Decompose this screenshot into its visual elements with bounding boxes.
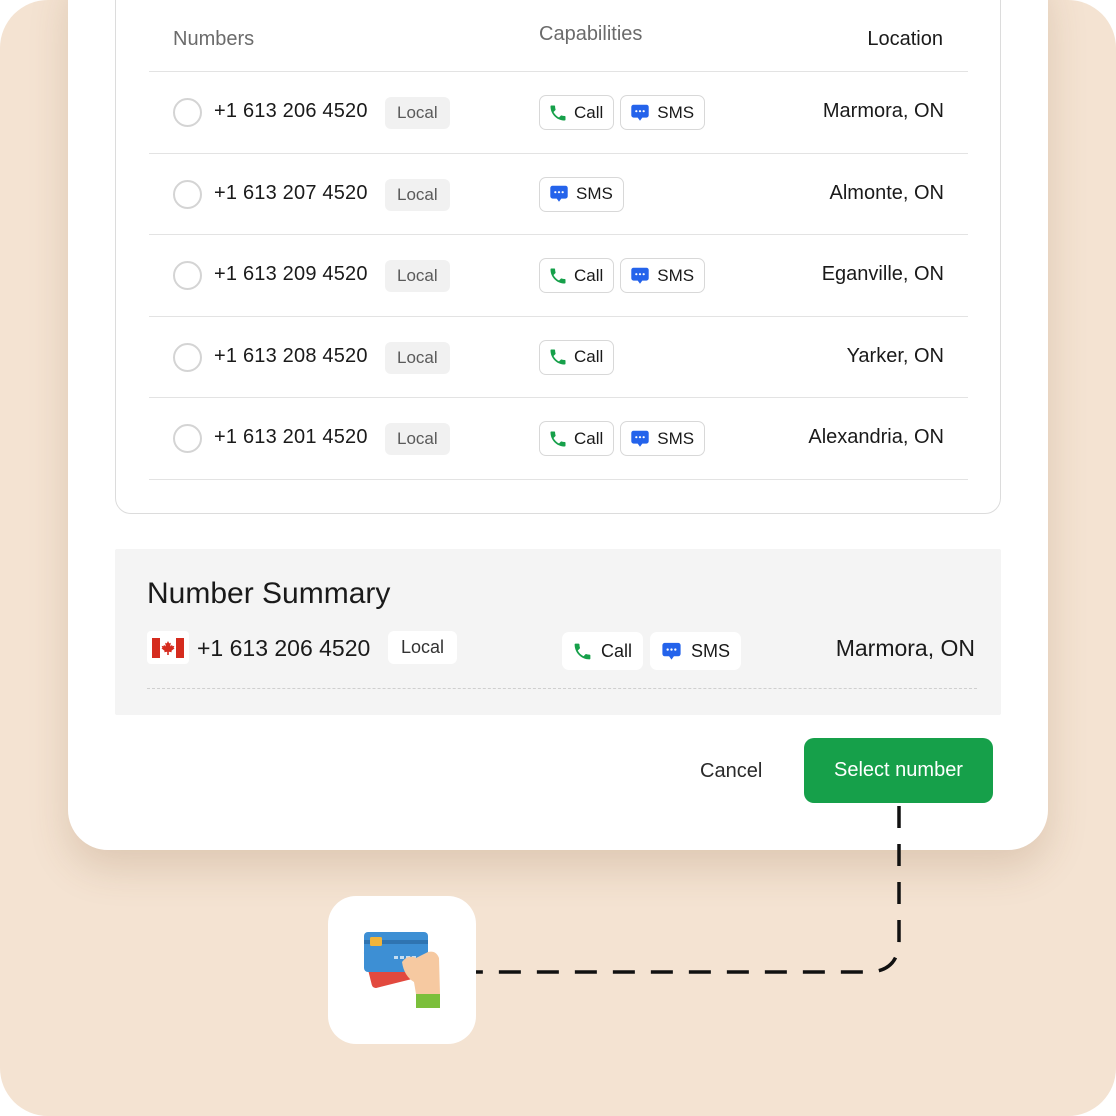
sms-label: SMS (576, 184, 613, 203)
number-type-badge: Local (385, 423, 450, 455)
sms-chip: SMS (620, 95, 706, 130)
capabilities: Call SMS (539, 258, 706, 293)
summary-sms-label: SMS (691, 640, 731, 661)
payment-app-tile (328, 896, 476, 1044)
number-type-badge: Local (385, 178, 450, 211)
chat-bubble-icon (631, 430, 650, 447)
phone-number: +1 613 208 4520 (214, 344, 368, 367)
phone-icon (550, 105, 566, 120)
table-row[interactable]: +1 613 206 4520 Local Call SMS Marmora, … (149, 72, 968, 154)
row-radio[interactable] (173, 98, 202, 127)
location: Alexandria, ON (808, 426, 944, 448)
sms-label: SMS (657, 102, 695, 122)
phone-icon (550, 431, 566, 446)
row-radio[interactable] (173, 261, 202, 290)
capabilities: Call (539, 339, 615, 375)
table-header: Numbers Capabilities Location (149, 0, 968, 72)
call-label: Call (574, 347, 604, 366)
row-radio[interactable] (173, 342, 202, 372)
summary-sms-chip: SMS (650, 632, 742, 670)
number-type-badge: Local (385, 260, 450, 292)
chat-bubble-icon (631, 267, 650, 284)
call-chip: Call (539, 258, 615, 293)
location: Eganville, ON (821, 263, 944, 285)
call-chip: Call (539, 421, 615, 456)
payment-card-hand-icon (363, 932, 440, 1008)
phone-icon (550, 349, 566, 365)
table-row[interactable]: +1 613 201 4520 Local Call SMS Alexandri… (149, 398, 968, 480)
summary-phone-number: +1 613 206 4520 (197, 635, 371, 661)
phone-number: +1 613 201 4520 (214, 426, 368, 448)
summary-capabilities: Call SMS (562, 632, 742, 670)
location: Almonte, ON (829, 181, 944, 204)
sms-chip: SMS (539, 176, 624, 212)
location: Marmora, ON (822, 100, 944, 122)
summary-title: Number Summary (147, 577, 391, 610)
canada-flag-icon (147, 631, 189, 664)
table-row[interactable]: +1 613 207 4520 Local SMS Almonte, ON (149, 154, 968, 235)
header-numbers: Numbers (173, 28, 255, 50)
table-row[interactable]: +1 613 208 4520 Local Call Yarker, ON (149, 317, 968, 398)
table-row[interactable]: +1 613 209 4520 Local Call SMS Eganville… (149, 235, 968, 317)
phone-number: +1 613 209 4520 (214, 263, 368, 285)
capabilities: Call SMS (539, 421, 706, 456)
phone-icon (550, 268, 566, 283)
chat-bubble-icon (631, 104, 650, 121)
summary-divider (147, 688, 977, 689)
summary-location: Marmora, ON (835, 635, 975, 661)
call-chip: Call (539, 95, 615, 130)
summary-type-badge: Local (388, 631, 458, 664)
number-summary-panel: Number Summary +1 613 206 4520 Local Cal… (115, 549, 1001, 715)
phone-icon (574, 643, 591, 659)
call-label: Call (574, 428, 604, 448)
cancel-button[interactable]: Cancel (688, 752, 774, 790)
header-capabilities: Capabilities (539, 23, 643, 45)
location: Yarker, ON (846, 344, 944, 367)
sms-chip: SMS (620, 421, 706, 456)
chat-bubble-icon (662, 642, 681, 660)
capabilities: SMS (539, 176, 624, 212)
sms-chip: SMS (620, 258, 706, 293)
header-location: Location (867, 28, 943, 50)
number-type-badge: Local (385, 341, 450, 374)
call-label: Call (574, 265, 604, 285)
capabilities: Call SMS (539, 95, 706, 130)
call-label: Call (574, 102, 604, 122)
sms-label: SMS (657, 265, 695, 285)
sms-label: SMS (657, 428, 695, 448)
chat-bubble-icon (550, 185, 568, 202)
select-number-button[interactable]: Select number (804, 738, 993, 803)
number-type-badge: Local (385, 97, 450, 129)
phone-number: +1 613 207 4520 (214, 181, 368, 204)
row-radio[interactable] (173, 424, 202, 453)
summary-call-chip: Call (562, 632, 644, 670)
summary-call-label: Call (601, 640, 633, 661)
call-chip: Call (539, 339, 615, 375)
phone-number: +1 613 206 4520 (214, 100, 368, 122)
row-radio[interactable] (173, 179, 202, 209)
